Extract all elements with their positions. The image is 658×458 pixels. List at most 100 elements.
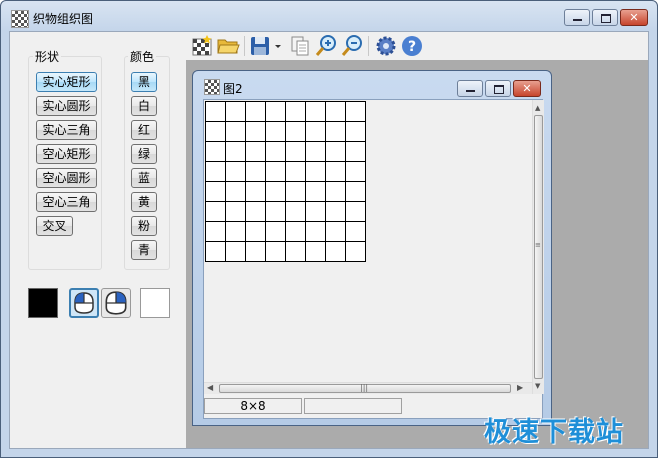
grid-cell[interactable] (245, 161, 266, 182)
right-mouse-toggle[interactable] (101, 288, 131, 318)
grid-cell[interactable] (225, 161, 246, 182)
grid-cell[interactable] (245, 201, 266, 222)
grid-cell[interactable] (305, 121, 326, 142)
grid-cell[interactable] (325, 161, 346, 182)
grid-cell[interactable] (345, 161, 366, 182)
grid-cell[interactable] (325, 241, 346, 262)
scroll-right-icon[interactable]: ▶ (517, 383, 523, 392)
zoom-out-button[interactable] (340, 34, 364, 58)
grid-cell[interactable] (225, 181, 246, 202)
grid-cell[interactable] (305, 241, 326, 262)
grid-cell[interactable] (265, 121, 286, 142)
color-cyan-button[interactable]: 青 (131, 240, 157, 260)
grid-cell[interactable] (245, 141, 266, 162)
grid-cell[interactable] (285, 121, 306, 142)
grid-cell[interactable] (225, 141, 246, 162)
grid-cell[interactable] (245, 101, 266, 122)
grid-cell[interactable] (225, 121, 246, 142)
solid-rect-button[interactable]: 实心矩形 (36, 72, 97, 92)
grid-cell[interactable] (345, 181, 366, 202)
help-button[interactable]: ? (400, 34, 424, 58)
grid-cell[interactable] (265, 241, 286, 262)
grid-cell[interactable] (265, 181, 286, 202)
scroll-left-icon[interactable]: ◀ (207, 383, 213, 392)
grid-cell[interactable] (285, 181, 306, 202)
color-black-button[interactable]: 黑 (131, 72, 157, 92)
grid-cell[interactable] (305, 161, 326, 182)
grid-cell[interactable] (225, 221, 246, 242)
solid-triangle-button[interactable]: 实心三角 (36, 120, 97, 140)
grid-cell[interactable] (285, 101, 306, 122)
color-green-button[interactable]: 绿 (131, 144, 157, 164)
grid-cell[interactable] (265, 221, 286, 242)
hollow-rect-button[interactable]: 空心矩形 (36, 144, 97, 164)
copy-button[interactable] (288, 34, 312, 58)
weave-grid[interactable] (205, 101, 367, 263)
grid-cell[interactable] (345, 141, 366, 162)
grid-cell[interactable] (245, 181, 266, 202)
horizontal-scrollbar[interactable]: ◀ ||| ▶ (204, 382, 532, 394)
grid-cell[interactable] (285, 221, 306, 242)
color-white-button[interactable]: 白 (131, 96, 157, 116)
grid-cell[interactable] (225, 201, 246, 222)
grid-cell[interactable] (205, 161, 226, 182)
left-mouse-toggle[interactable] (69, 288, 99, 318)
save-dropdown-button[interactable] (272, 34, 284, 58)
save-button[interactable] (248, 34, 272, 58)
grid-cell[interactable] (305, 181, 326, 202)
zoom-in-button[interactable] (314, 34, 338, 58)
minimize-button[interactable] (564, 9, 590, 26)
scroll-up-icon[interactable]: ▲ (535, 104, 540, 112)
grid-cell[interactable] (305, 101, 326, 122)
grid-cell[interactable] (245, 221, 266, 242)
grid-cell[interactable] (325, 121, 346, 142)
grid-cell[interactable] (205, 201, 226, 222)
solid-circle-button[interactable]: 实心圆形 (36, 96, 97, 116)
foreground-color-swatch[interactable] (28, 288, 58, 318)
grid-cell[interactable] (265, 201, 286, 222)
maximize-button[interactable] (592, 9, 618, 26)
grid-cell[interactable] (205, 241, 226, 262)
new-weave-button[interactable] (190, 34, 214, 58)
document-minimize-button[interactable] (457, 80, 483, 97)
grid-cell[interactable] (305, 141, 326, 162)
grid-cell[interactable] (325, 221, 346, 242)
color-red-button[interactable]: 红 (131, 120, 157, 140)
document-close-button[interactable]: ✕ (513, 80, 541, 97)
color-blue-button[interactable]: 蓝 (131, 168, 157, 188)
grid-cell[interactable] (345, 241, 366, 262)
grid-cell[interactable] (305, 221, 326, 242)
vertical-scrollbar[interactable]: ▲ ≡ ▼ (532, 100, 544, 394)
grid-cell[interactable] (205, 181, 226, 202)
grid-cell[interactable] (265, 161, 286, 182)
scroll-down-icon[interactable]: ▼ (535, 382, 540, 390)
grid-cell[interactable] (285, 201, 306, 222)
weave-canvas[interactable] (204, 100, 534, 382)
color-yellow-button[interactable]: 黄 (131, 192, 157, 212)
background-color-swatch[interactable] (140, 288, 170, 318)
hollow-circle-button[interactable]: 空心圆形 (36, 168, 97, 188)
cross-button[interactable]: 交叉 (36, 216, 73, 236)
grid-cell[interactable] (265, 141, 286, 162)
grid-cell[interactable] (205, 101, 226, 122)
grid-cell[interactable] (265, 101, 286, 122)
settings-button[interactable] (374, 34, 398, 58)
color-pink-button[interactable]: 粉 (131, 216, 157, 236)
grid-cell[interactable] (345, 121, 366, 142)
grid-cell[interactable] (245, 121, 266, 142)
grid-cell[interactable] (325, 181, 346, 202)
grid-cell[interactable] (345, 101, 366, 122)
grid-cell[interactable] (205, 141, 226, 162)
grid-cell[interactable] (285, 241, 306, 262)
grid-cell[interactable] (325, 201, 346, 222)
grid-cell[interactable] (245, 241, 266, 262)
close-button[interactable]: ✕ (620, 9, 648, 26)
grid-cell[interactable] (305, 201, 326, 222)
grid-cell[interactable] (285, 161, 306, 182)
grid-cell[interactable] (225, 101, 246, 122)
grid-cell[interactable] (225, 241, 246, 262)
grid-cell[interactable] (205, 221, 226, 242)
document-maximize-button[interactable] (485, 80, 511, 97)
open-button[interactable] (216, 34, 240, 58)
grid-cell[interactable] (345, 221, 366, 242)
